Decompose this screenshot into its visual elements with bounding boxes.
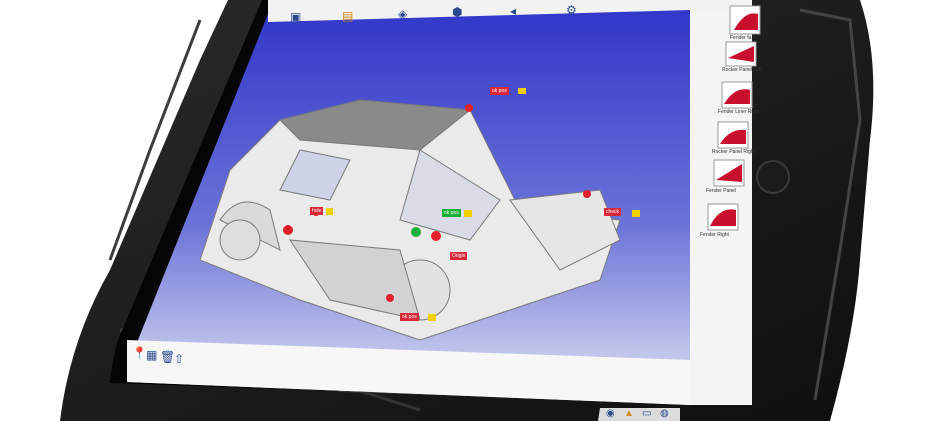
camera-icon[interactable]: ◉	[606, 408, 615, 419]
marker-tag[interactable]: check	[604, 208, 622, 216]
globe-icon[interactable]: ◍	[660, 408, 669, 419]
arrow-icon[interactable]: ⇧	[174, 352, 184, 366]
parts-icon[interactable]: ⬢	[452, 5, 462, 19]
marker-tag[interactable]: Origin	[450, 252, 468, 260]
marker-tag[interactable]: ok pos	[490, 87, 509, 95]
side-panel-item-label[interactable]: Fender fa..	[730, 35, 754, 41]
save-icon[interactable]: ▣	[290, 10, 301, 24]
settings-icon[interactable]: ⚙	[566, 3, 577, 17]
marker-tag[interactable]: hole	[310, 207, 324, 215]
marker-tag[interactable]: ok pos	[442, 209, 461, 217]
side-panel-item-label[interactable]: Rocker Panel Right	[712, 149, 755, 155]
grid-icon[interactable]: ▦	[146, 348, 157, 362]
side-panel-item-label[interactable]: Fender Panel	[706, 188, 736, 194]
home-button[interactable]	[756, 160, 790, 194]
side-panel-item-label[interactable]: Fender Right	[700, 232, 729, 238]
side-panel-item-label[interactable]: Rocker Panel Left	[722, 67, 762, 73]
lock-icon[interactable]: ▲	[624, 408, 634, 419]
trash-icon[interactable]: 🗑	[160, 350, 175, 364]
pin-icon[interactable]: 📍	[132, 346, 147, 360]
side-panel-item-label[interactable]: Fender Liner Right	[718, 109, 759, 115]
folder-icon[interactable]: ▤	[342, 9, 353, 23]
display-icon[interactable]: ▭	[642, 408, 651, 419]
layers-icon[interactable]: ◈	[398, 7, 407, 21]
marker-tag[interactable]: ok pos	[400, 313, 419, 321]
measure-icon[interactable]: ◂	[510, 4, 516, 18]
